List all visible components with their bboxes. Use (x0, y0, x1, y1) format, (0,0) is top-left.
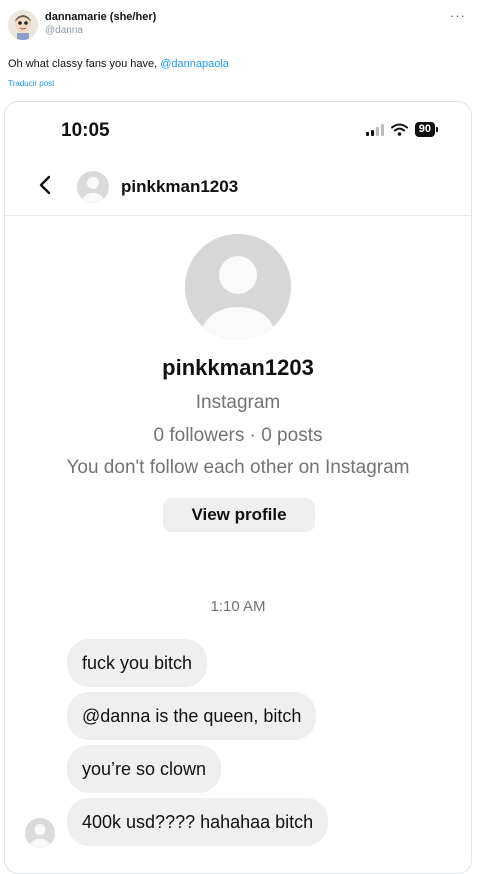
cellular-signal-icon (365, 123, 384, 136)
default-avatar-icon (77, 171, 109, 203)
wifi-icon (390, 123, 408, 136)
tweet-text: Oh what classy fans you have, @dannapaol… (8, 58, 229, 70)
status-bar-time: 10:05 (61, 120, 110, 141)
default-avatar-icon (185, 234, 291, 340)
author-name[interactable]: dannamarie (she/her) (45, 11, 156, 24)
translate-post-link[interactable]: Traducir post (8, 79, 54, 88)
chat-header: pinkkman1203 (5, 157, 471, 216)
author-avatar[interactable] (8, 10, 38, 40)
battery-indicator: 90 (414, 122, 439, 137)
tweet-text-body: Oh what classy fans you have, (8, 58, 161, 70)
view-profile-button[interactable]: View profile (163, 498, 315, 532)
message-bubble[interactable]: fuck you bitch (67, 639, 208, 687)
header-avatar[interactable] (77, 171, 109, 203)
tweet-author[interactable]: dannamarie (she/her) @danna (45, 11, 156, 37)
profile-platform: Instagram (195, 392, 281, 413)
profile-relation: You don't follow each other on Instagram (66, 457, 410, 478)
profile-username: pinkkman1203 (162, 355, 314, 380)
message-bubble[interactable]: 400k usd???? hahahaa bitch (67, 798, 329, 846)
message-bubble[interactable]: you’re so clown (67, 745, 222, 793)
attached-screenshot[interactable]: 10:05 90 pinkkman1203 pinkkman1203 Insta… (4, 101, 472, 874)
default-avatar-icon (25, 818, 55, 848)
message-bubble[interactable]: @danna is the queen, bitch (67, 692, 317, 740)
profile-avatar[interactable] (185, 234, 291, 340)
sender-avatar[interactable] (25, 818, 55, 848)
author-handle[interactable]: @danna (45, 24, 156, 37)
chat-username[interactable]: pinkkman1203 (121, 177, 238, 197)
mention-link[interactable]: @dannapaola (160, 58, 229, 70)
status-bar-icons: 90 (365, 122, 439, 137)
author-avatar-image (8, 10, 38, 40)
more-horizontal-icon[interactable]: ··· (450, 8, 466, 23)
message-timestamp: 1:10 AM (210, 598, 266, 615)
profile-stats: 0 followers · 0 posts (153, 425, 323, 446)
chevron-left-icon[interactable] (36, 174, 56, 196)
